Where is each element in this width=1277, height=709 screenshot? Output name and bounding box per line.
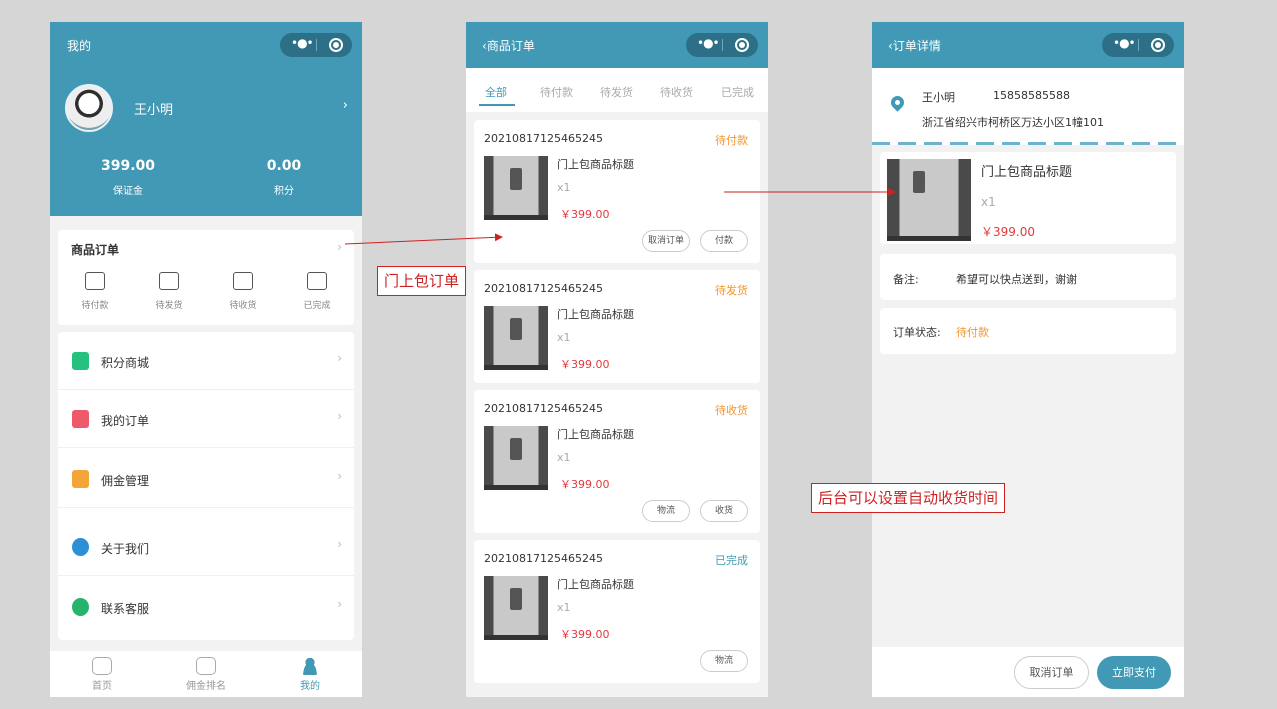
annotation-note: 门上包订单 [377,266,467,296]
arrow-to-orders [344,233,503,245]
annotation-note: 后台可以设置自动收货时间 [811,483,1006,513]
annotation-arrows [344,188,896,245]
